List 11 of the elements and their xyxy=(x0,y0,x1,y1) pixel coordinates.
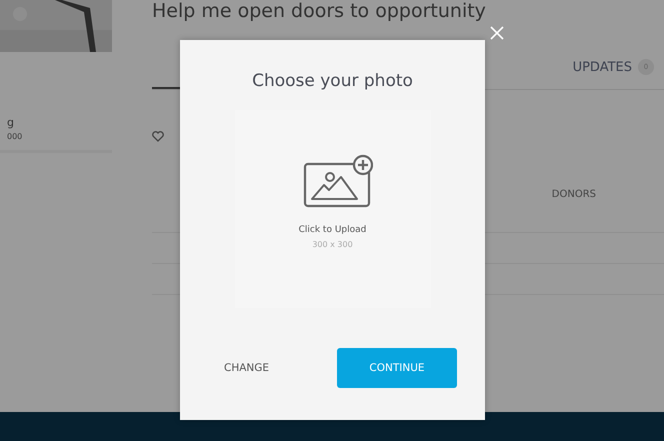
campaign-name: g xyxy=(7,116,15,129)
dialog-title: Choose your photo xyxy=(252,71,413,91)
donors-heading: DONORS xyxy=(552,188,596,202)
campaign-amount: 000 xyxy=(7,132,24,142)
close-icon[interactable] xyxy=(490,26,504,40)
upload-size: 300 x 300 xyxy=(312,240,353,249)
change-button[interactable]: CHANGE xyxy=(224,352,270,384)
upload-label: Click to Upload xyxy=(298,225,366,235)
add-image-icon xyxy=(302,154,372,208)
campaign-heading: Help me open doors to opportunity xyxy=(152,0,487,22)
heart-icon[interactable] xyxy=(152,131,164,142)
